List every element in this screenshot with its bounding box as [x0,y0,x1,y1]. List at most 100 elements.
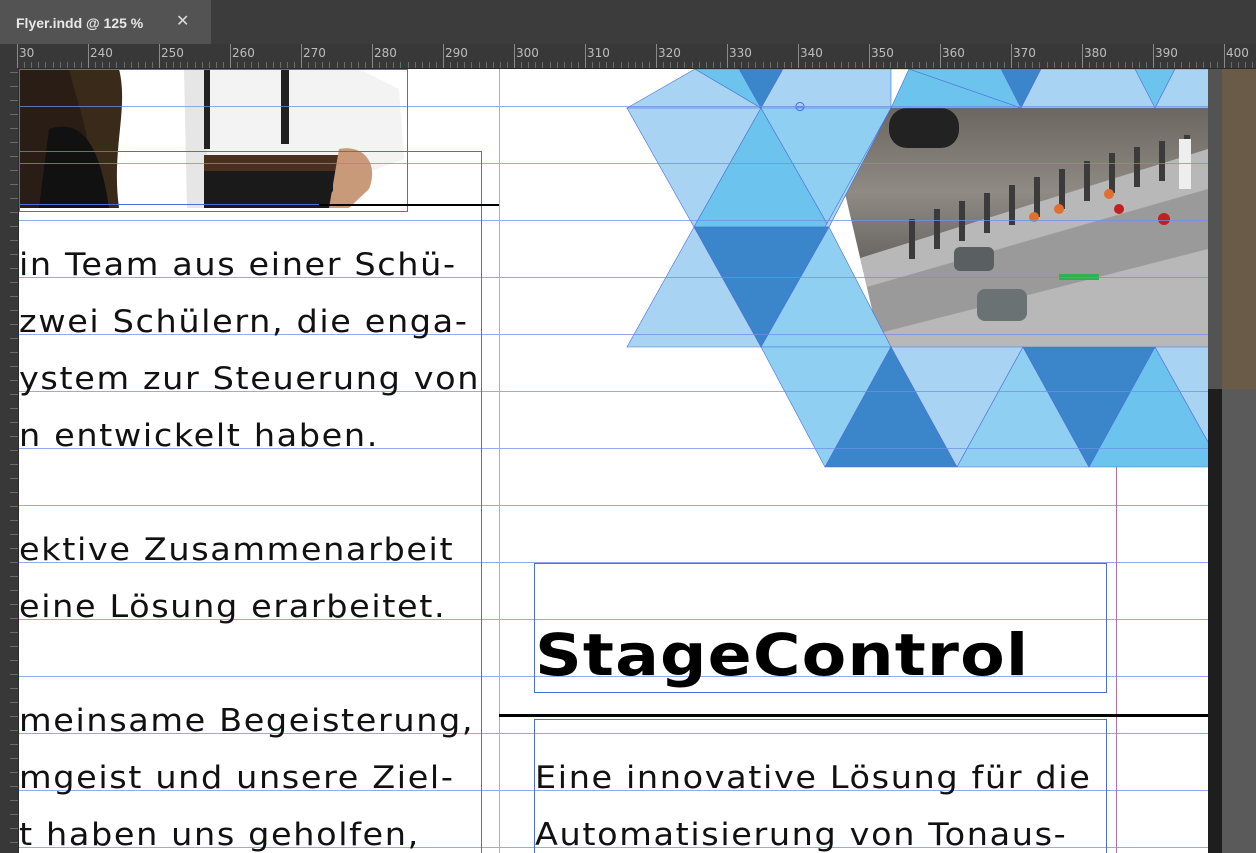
ruler-minor-tick [1181,62,1183,68]
ruler-tick [10,282,18,283]
ruler-tick [88,44,89,68]
ruler-minor-tick [1032,62,1034,68]
audio-mixer-photo [825,108,1208,347]
ruler-tick [10,758,18,759]
close-icon[interactable]: ✕ [176,11,189,31]
ruler-minor-tick [386,62,388,68]
ruler-minor-tick [684,62,686,68]
document-tab-bar: Flyer.indd @ 125 % ✕ [0,0,1256,44]
ruler-tick [10,240,18,241]
ruler-tick [10,128,18,129]
ruler-minor-tick [315,62,317,68]
ruler-minor-tick [457,62,459,68]
ruler-minor-tick [1067,62,1069,68]
ruler-tick [10,632,18,633]
ruler-tick [17,44,18,68]
ruler-label: 300 [516,46,539,60]
ruler-tick [10,268,18,269]
ruler-minor-tick [1167,62,1169,68]
ruler-minor-tick [464,62,466,68]
ruler-minor-tick [357,62,359,68]
ruler-minor-tick [471,62,473,68]
ruler-minor-tick [73,62,75,68]
ruler-minor-tick [783,62,785,68]
ruler-minor-tick [677,62,679,68]
ruler-minor-tick [1089,62,1091,68]
ruler-minor-tick [847,62,849,68]
ruler-minor-tick [1231,62,1233,68]
ruler-minor-tick [698,62,700,68]
ruler-tick [1082,44,1083,68]
horizontal-ruler[interactable]: 30 240 250 260 270 280 290 300 310 320 330 340 350 36… [0,44,1256,69]
ruler-minor-tick [762,62,764,68]
ruler-tick [1011,44,1012,68]
ruler-tick [159,44,160,68]
ruler-minor-tick [244,62,246,68]
ruler-minor-tick [876,62,878,68]
ruler-label: 370 [1013,46,1036,60]
ruler-minor-tick [251,62,253,68]
ruler-minor-tick [350,62,352,68]
ruler-minor-tick [712,62,714,68]
ruler-minor-tick [755,62,757,68]
ruler-tick [10,254,18,255]
ruler-tick [798,44,799,68]
ruler-minor-tick [322,62,324,68]
ruler-minor-tick [286,62,288,68]
ruler-minor-tick [989,62,991,68]
ruler-minor-tick [329,62,331,68]
ruler-minor-tick [123,62,125,68]
ruler-label: 260 [232,46,255,60]
ruler-minor-tick [1096,62,1098,68]
ruler-label: 250 [161,46,184,60]
ruler-minor-tick [1003,62,1005,68]
ruler-minor-tick [1025,62,1027,68]
ruler-minor-tick [996,62,998,68]
ruler-minor-tick [116,62,118,68]
ruler-tick [10,170,18,171]
ruler-tick [10,296,18,297]
ruler-tick [10,86,18,87]
ruler-tick [10,604,18,605]
ruler-tick [10,646,18,647]
ruler-minor-tick [52,62,54,68]
document-page[interactable]: ⊖ in Team aus einer Schü- zwei Schülern,… [19,69,1208,853]
ruler-minor-tick [982,62,984,68]
ruler-minor-tick [336,62,338,68]
document-tab[interactable]: Flyer.indd @ 125 % ✕ [0,0,211,44]
ruler-minor-tick [393,62,395,68]
ruler-minor-tick [492,62,494,68]
ruler-minor-tick [1060,62,1062,68]
ruler-tick [10,478,18,479]
ruler-minor-tick [833,62,835,68]
ruler-minor-tick [95,62,97,68]
ruler-tick [10,324,18,325]
ruler-minor-tick [812,62,814,68]
ruler-minor-tick [968,62,970,68]
ruler-minor-tick [265,62,267,68]
ruler-minor-tick [414,62,416,68]
ruler-tick [10,464,18,465]
ruler-minor-tick [173,62,175,68]
ruler-minor-tick [435,62,437,68]
ruler-tick [10,338,18,339]
document-tab-title: Flyer.indd @ 125 % [16,15,144,31]
body-line: ystem zur Steuerung von [19,361,481,397]
ruler-tick [10,548,18,549]
divider-line [499,714,1208,717]
ruler-tick [1153,44,1154,68]
ruler-label: 310 [587,46,610,60]
vertical-ruler[interactable] [0,68,19,853]
ruler-minor-tick [1145,62,1147,68]
ruler-minor-tick [364,62,366,68]
ruler-minor-tick [542,62,544,68]
ruler-minor-tick [1202,62,1204,68]
ruler-tick [10,800,18,801]
ruler-minor-tick [187,62,189,68]
ruler-tick [10,394,18,395]
headline-stagecontrol: StageControl [535,621,1030,689]
ruler-minor-tick [215,62,217,68]
ruler-minor-tick [627,62,629,68]
body-line: n entwickelt haben. [19,418,379,454]
ruler-tick [869,44,870,68]
